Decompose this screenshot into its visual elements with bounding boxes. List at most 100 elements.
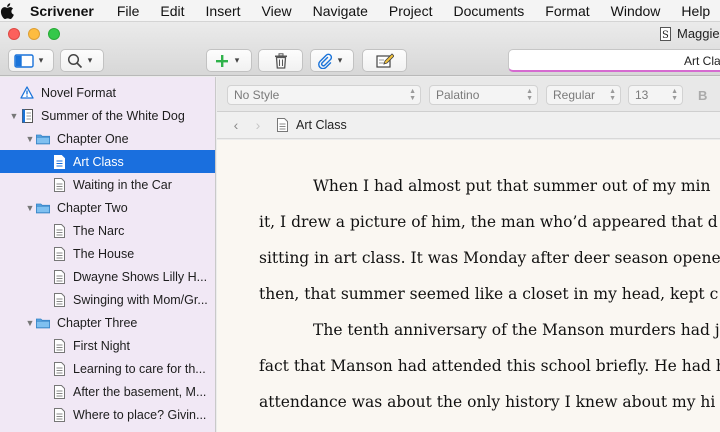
font-size-value: 13: [635, 88, 649, 102]
updown-arrows-icon: ▲ ▼: [409, 88, 416, 102]
trash-icon: [274, 52, 287, 69]
binder-item[interactable]: The House: [0, 242, 215, 265]
forward-arrow-icon[interactable]: ›: [247, 117, 269, 133]
disclosure-triangle-icon[interactable]: ▼: [24, 134, 36, 144]
binder-item[interactable]: Waiting in the Car: [0, 173, 215, 196]
menu-navigate[interactable]: Navigate: [313, 3, 368, 19]
document-title-field[interactable]: Art Cla: [508, 49, 720, 72]
binder-item[interactable]: Learning to care for th...: [0, 357, 215, 380]
binder-item[interactable]: ▼ Summer of the White Dog: [0, 104, 215, 127]
menu-project[interactable]: Project: [389, 3, 433, 19]
binder-item-label: After the basement, M...: [73, 384, 207, 399]
window-title: S Maggie: [660, 26, 720, 41]
apple-icon: [0, 2, 14, 19]
menu-file[interactable]: File: [117, 3, 140, 19]
binder-item[interactable]: Art Class: [0, 150, 215, 173]
binder-item-label: Chapter Three: [57, 315, 138, 330]
binder[interactable]: Novel Format ▼ Summer of the White Dog ▼ Cha…: [0, 77, 216, 432]
attach-button[interactable]: ▾: [310, 49, 354, 72]
editor-line: The tenth anniversary of the Manson murd…: [313, 321, 720, 339]
binder-item[interactable]: ▼ Chapter Two: [0, 196, 215, 219]
svg-text:S: S: [662, 30, 669, 41]
document-icon: [52, 223, 66, 238]
document-icon: [52, 154, 66, 169]
trash-button[interactable]: [258, 49, 303, 72]
folder-icon: [36, 316, 50, 330]
binder-item-label: Summer of the White Dog: [41, 108, 185, 123]
editor-line: attendance was about the only history I …: [259, 393, 716, 411]
binder-item[interactable]: The Narc: [0, 219, 215, 242]
editor-line: then, that summer seemed like a closet i…: [259, 285, 719, 303]
binder-item-label: Learning to care for th...: [73, 361, 206, 376]
bold-button[interactable]: B: [698, 88, 707, 103]
add-item-button[interactable]: ▾: [206, 49, 252, 72]
plus-icon: [216, 54, 228, 67]
menu-help[interactable]: Help: [681, 3, 710, 19]
project-file-icon: S: [660, 26, 671, 41]
disclosure-triangle-icon[interactable]: ▼: [8, 111, 20, 121]
menu-view[interactable]: View: [262, 3, 292, 19]
search-button[interactable]: ▾: [60, 49, 104, 72]
menu-documents[interactable]: Documents: [453, 3, 524, 19]
header-document[interactable]: Art Class: [277, 118, 347, 132]
disclosure-triangle-icon[interactable]: ▼: [24, 203, 36, 213]
binder-item[interactable]: First Night: [0, 334, 215, 357]
folder-icon: [36, 132, 50, 146]
binder-item[interactable]: Swinging with Mom/Gr...: [0, 288, 215, 311]
menu-window[interactable]: Window: [611, 3, 661, 19]
binder-item-label: Waiting in the Car: [73, 177, 172, 192]
paperclip-icon: [318, 53, 333, 69]
zoom-window-button[interactable]: [48, 28, 60, 40]
chevron-down-icon: ▾: [87, 55, 93, 65]
chevron-down-icon: ▾: [234, 55, 240, 65]
binder-item[interactable]: After the basement, M...: [0, 380, 215, 403]
menu-bar: Scrivener File Edit Insert View Navigate…: [0, 0, 720, 22]
binder-item[interactable]: Where to place? Givin...: [0, 403, 215, 426]
updown-arrows-icon: ▲ ▼: [671, 88, 678, 102]
binder-item-label: Art Class: [73, 154, 124, 169]
back-arrow-icon[interactable]: ‹: [225, 117, 247, 133]
warning-icon: [20, 86, 34, 100]
menu-edit[interactable]: Edit: [160, 3, 184, 19]
font-family-select[interactable]: Palatino ▲ ▼: [429, 85, 538, 105]
text-editor[interactable]: When I had almost put that summer out of…: [217, 140, 720, 432]
document-icon: [52, 269, 66, 284]
minimize-window-button[interactable]: [28, 28, 40, 40]
document-icon: [52, 292, 66, 307]
binder-item[interactable]: ▼ Chapter Three: [0, 311, 215, 334]
menu-app[interactable]: Scrivener: [30, 3, 94, 19]
view-layout-button[interactable]: ▾: [8, 49, 54, 72]
menu-format[interactable]: Format: [545, 3, 589, 19]
toolbar: ▾ ▾ ▾ ▾ Art Cla: [0, 46, 720, 76]
editor-header-bar: ‹ › Art Class: [217, 112, 720, 139]
compose-button[interactable]: [362, 49, 407, 72]
binder-item-label: The House: [73, 246, 135, 261]
updown-arrows-icon: ▲ ▼: [609, 88, 616, 102]
document-icon: [277, 118, 288, 132]
binder-item[interactable]: ▼ Chapter One: [0, 127, 215, 150]
binder-item[interactable]: Dwayne Shows Lilly H...: [0, 265, 215, 288]
editor-line: When I had almost put that summer out of…: [313, 177, 711, 195]
binder-item-label: Dwayne Shows Lilly H...: [73, 269, 208, 284]
binder-item[interactable]: Novel Format: [0, 81, 215, 104]
binder-item-label: Chapter One: [57, 131, 129, 146]
editor-paragraph: The tenth anniversary of the Manson murd…: [259, 312, 720, 420]
chevron-down-icon: ▾: [337, 55, 343, 65]
editor-line: it, I drew a picture of him, the man who…: [259, 213, 718, 231]
font-family-value: Palatino: [436, 88, 480, 102]
binder-item-label: First Night: [73, 338, 130, 353]
compose-icon: [375, 52, 394, 68]
editor-line: sitting in art class. It was Monday afte…: [259, 249, 720, 267]
apple-menu[interactable]: [0, 2, 14, 19]
binder-item-label: The Narc: [73, 223, 125, 238]
document-icon: [52, 177, 66, 192]
manuscript-icon: [20, 108, 34, 123]
header-document-title: Art Class: [296, 118, 347, 132]
binder-item-label: Chapter Two: [57, 200, 128, 215]
close-window-button[interactable]: [8, 28, 20, 40]
style-select[interactable]: No Style ▲ ▼: [227, 85, 421, 105]
disclosure-triangle-icon[interactable]: ▼: [24, 318, 36, 328]
font-weight-select[interactable]: Regular ▲ ▼: [546, 85, 621, 105]
font-size-select[interactable]: 13 ▲ ▼: [628, 85, 683, 105]
menu-insert[interactable]: Insert: [206, 3, 241, 19]
